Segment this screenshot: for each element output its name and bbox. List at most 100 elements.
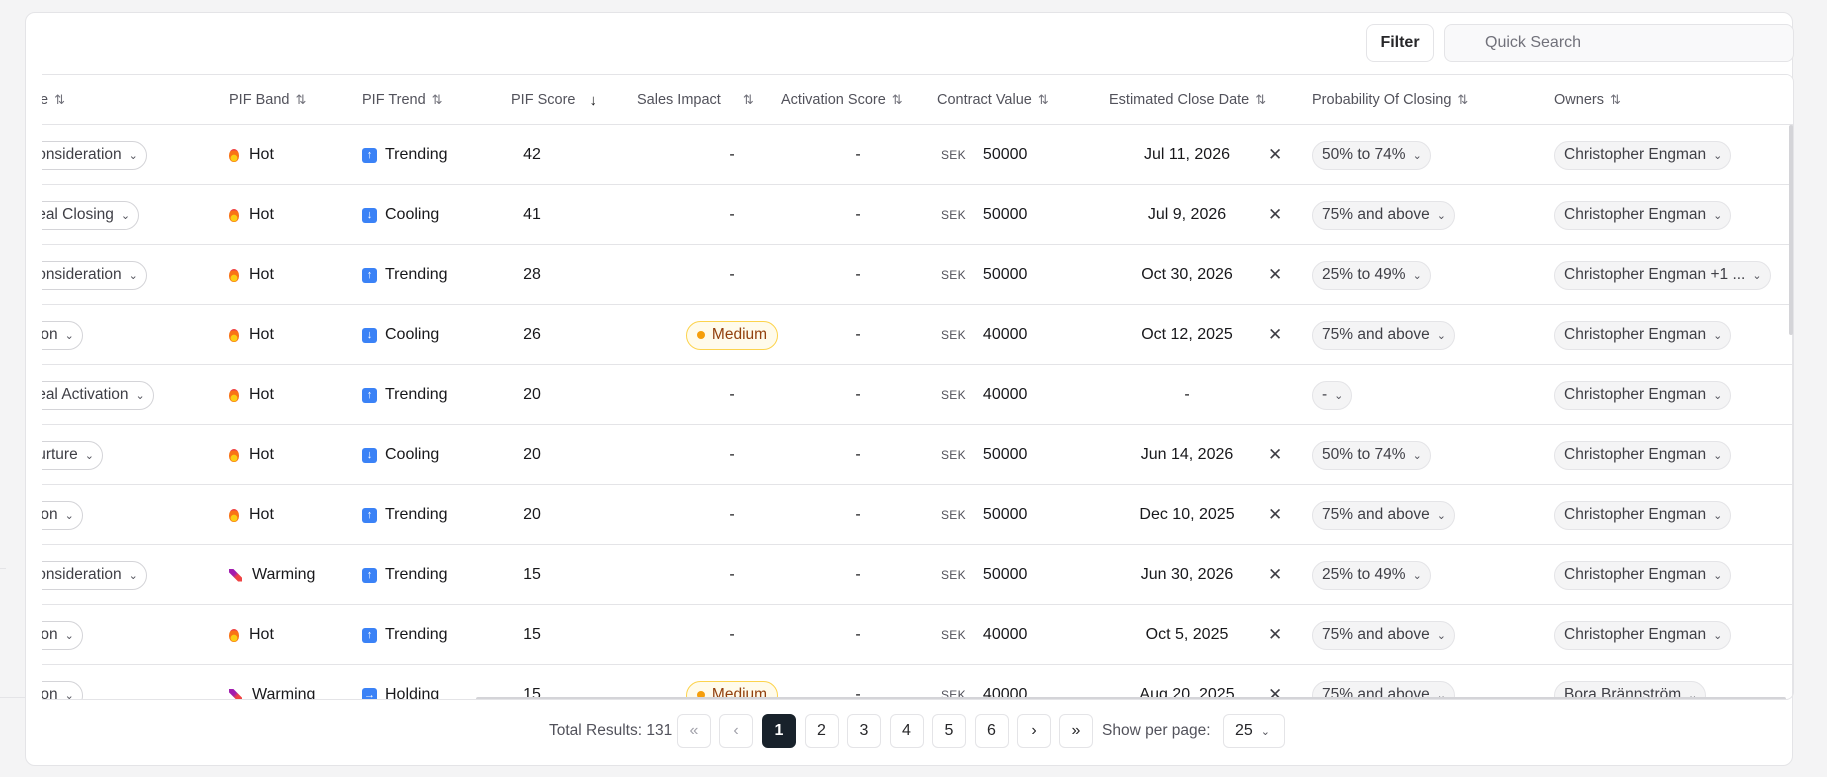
table-row[interactable]: Consideration ⌄ Hot ↑ Trending 42 - - SEK 50000 Ju…: [42, 125, 1793, 185]
first-page-button[interactable]: «: [677, 714, 711, 748]
column-header-contract-value[interactable]: Contract Value ⇅: [937, 75, 1049, 125]
last-page-button[interactable]: »: [1059, 714, 1093, 748]
owners-select[interactable]: Christopher Engman ⌄: [1554, 320, 1732, 350]
previous-page-button[interactable]: ‹: [719, 714, 753, 748]
owners-select[interactable]: Christopher Engman ⌄: [1554, 560, 1732, 590]
clear-date-button[interactable]: ✕: [1268, 665, 1282, 699]
pif-band-value: Hot: [249, 146, 274, 163]
owners-select[interactable]: Christopher Engman ⌄: [1554, 620, 1732, 650]
sort-icon[interactable]: ⇅: [743, 92, 754, 108]
activation-score-cell: -: [828, 125, 888, 185]
stage-select[interactable]: Deal Closing ⌄: [42, 200, 140, 230]
arrow-up-icon: ↑: [362, 387, 377, 403]
sort-icon[interactable]: ⇅: [1255, 92, 1266, 108]
probability-select[interactable]: - ⌄: [1312, 380, 1353, 410]
owners-select[interactable]: Christopher Engman ⌄: [1554, 140, 1732, 170]
clear-date-button[interactable]: ✕: [1268, 425, 1282, 485]
page-button-4[interactable]: 4: [889, 714, 924, 748]
per-page-select[interactable]: 25 ⌄: [1223, 714, 1285, 748]
clear-date-button[interactable]: ✕: [1268, 245, 1282, 305]
column-header-owners[interactable]: Owners ⇅: [1554, 75, 1621, 125]
sort-icon[interactable]: ⇅: [1038, 92, 1049, 108]
page-button-1[interactable]: 1: [762, 714, 796, 748]
vertical-scrollbar[interactable]: [1789, 125, 1793, 335]
sort-icon[interactable]: ⇅: [892, 92, 903, 108]
probability-select[interactable]: 75% and above ⌄: [1312, 320, 1455, 350]
pif-band-cell: Hot: [229, 245, 274, 305]
probability-select[interactable]: 75% and above ⌄: [1312, 200, 1455, 230]
page-button-3[interactable]: 3: [847, 714, 881, 748]
next-page-button[interactable]: ›: [1017, 714, 1051, 748]
sort-icon[interactable]: ⇅: [1610, 92, 1621, 108]
clear-date-button[interactable]: ✕: [1268, 545, 1282, 605]
owners-value: Christopher Engman: [1564, 446, 1707, 463]
stage-select[interactable]: Consideration ⌄: [42, 560, 147, 590]
probability-select[interactable]: 50% to 74% ⌄: [1312, 440, 1431, 470]
chevron-down-icon: ⌄: [135, 389, 145, 402]
column-header-sales-impact[interactable]: Sales Impact ⇅: [637, 75, 754, 125]
contract-value-cell: SEK 50000: [941, 125, 1027, 185]
clear-date-button[interactable]: ✕: [1268, 485, 1282, 545]
owners-select[interactable]: Christopher Engman ⌄: [1554, 500, 1732, 530]
table-row[interactable]: Won ⌄ Warming → Holding 15 Medium - SEK40000 Aug …: [42, 665, 1793, 700]
table-row[interactable]: Won ⌄ Hot ↑ Trending 15 - - SEK 40000 Oct 5, 2025 ✕…: [42, 605, 1793, 665]
clear-date-button[interactable]: ✕: [1268, 125, 1282, 185]
sort-icon[interactable]: ⇅: [54, 92, 65, 108]
table-row[interactable]: Consideration ⌄ Hot ↑ Trending 28 - - SEK 50000 Oc…: [42, 245, 1793, 305]
stage-select[interactable]: Won ⌄: [42, 500, 83, 530]
stage-select[interactable]: Won ⌄: [42, 680, 83, 699]
clear-date-button[interactable]: ✕: [1268, 185, 1282, 245]
quick-search-input[interactable]: [1444, 24, 1794, 62]
column-header-label: Contract Value: [937, 92, 1032, 108]
column-header-activation-score[interactable]: Activation Score ⇅: [781, 75, 903, 125]
column-header-pif-band[interactable]: PIF Band ⇅: [229, 75, 306, 125]
probability-select[interactable]: 50% to 74% ⌄: [1312, 140, 1431, 170]
pif-band-cell: Warming: [229, 545, 315, 605]
sort-icon[interactable]: ⇅: [1457, 92, 1468, 108]
column-header-estimated-close-date[interactable]: Estimated Close Date ⇅: [1109, 75, 1266, 125]
stage-select[interactable]: Deal Activation ⌄: [42, 380, 154, 410]
table-row[interactable]: Deal Activation ⌄ Hot ↑ Trending 20 - - SEK 40000…: [42, 365, 1793, 425]
clear-date-button[interactable]: ✕: [1268, 305, 1282, 365]
probability-select[interactable]: 25% to 49% ⌄: [1312, 560, 1431, 590]
page-button-5[interactable]: 5: [932, 714, 966, 748]
owners-value: Christopher Engman: [1564, 326, 1707, 343]
stage-select[interactable]: Won ⌄: [42, 620, 83, 650]
probability-select[interactable]: 25% to 49% ⌄: [1312, 260, 1431, 290]
activation-score-cell: -: [828, 365, 888, 425]
probability-select[interactable]: 75% and above ⌄: [1312, 620, 1455, 650]
sort-icon[interactable]: ⇅: [295, 92, 306, 108]
owners-select[interactable]: Christopher Engman ⌄: [1554, 380, 1732, 410]
owners-select[interactable]: Christopher Engman +1 ... ⌄: [1554, 260, 1771, 290]
column-header-pif-score[interactable]: PIF Score ↓: [511, 75, 597, 125]
table-row[interactable]: Won ⌄ Hot ↑ Trending 20 - - SEK 50000 Dec 10, 2025…: [42, 485, 1793, 545]
table-row[interactable]: Deal Closing ⌄ Hot ↓ Cooling 41 - - SEK 50000 Jul …: [42, 185, 1793, 245]
filter-button[interactable]: Filter: [1366, 24, 1434, 62]
owners-select[interactable]: Christopher Engman ⌄: [1554, 440, 1732, 470]
sort-icon[interactable]: ⇅: [432, 92, 443, 108]
arrow-up-icon: ↑: [362, 567, 377, 583]
pif-trend-value: Holding: [385, 686, 440, 700]
stage-select[interactable]: Nurture ⌄: [42, 440, 103, 470]
sales-impact-value: -: [729, 146, 735, 163]
page-button-2[interactable]: 2: [804, 714, 839, 748]
probability-select[interactable]: 75% and above ⌄: [1312, 500, 1455, 530]
pif-score-value: 26: [523, 326, 541, 343]
column-header-stage[interactable]: e⇅: [42, 75, 65, 125]
table-row[interactable]: Consideration ⌄ Warming ↑ Trending 15 - - SEK 500…: [42, 545, 1793, 605]
page-button-6[interactable]: 6: [974, 714, 1009, 748]
contract-value-cell: SEK 40000: [941, 305, 1027, 365]
stage-select[interactable]: Consideration ⌄: [42, 140, 147, 170]
owners-select[interactable]: Christopher Engman ⌄: [1554, 200, 1732, 230]
stage-select[interactable]: Won ⌄: [42, 320, 83, 350]
column-header-probability-of-closing[interactable]: Probability Of Closing ⇅: [1312, 75, 1468, 125]
sort-descending-icon[interactable]: ↓: [589, 92, 597, 109]
stage-select[interactable]: Consideration ⌄: [42, 260, 147, 290]
table-row[interactable]: Won ⌄ Hot ↓ Cooling 26 Medium - SEK 40000 Oct 12, …: [42, 305, 1793, 365]
horizontal-scrollbar[interactable]: [476, 697, 1786, 699]
total-results: Total Results: 131: [549, 722, 673, 739]
clear-date-button[interactable]: ✕: [1268, 605, 1282, 665]
stage-cell: Won ⌄: [42, 605, 83, 665]
column-header-pif-trend[interactable]: PIF Trend ⇅: [362, 75, 443, 125]
table-row[interactable]: Nurture ⌄ Hot ↓ Cooling 20 - - SEK 50000 Jun 14, 2…: [42, 425, 1793, 485]
